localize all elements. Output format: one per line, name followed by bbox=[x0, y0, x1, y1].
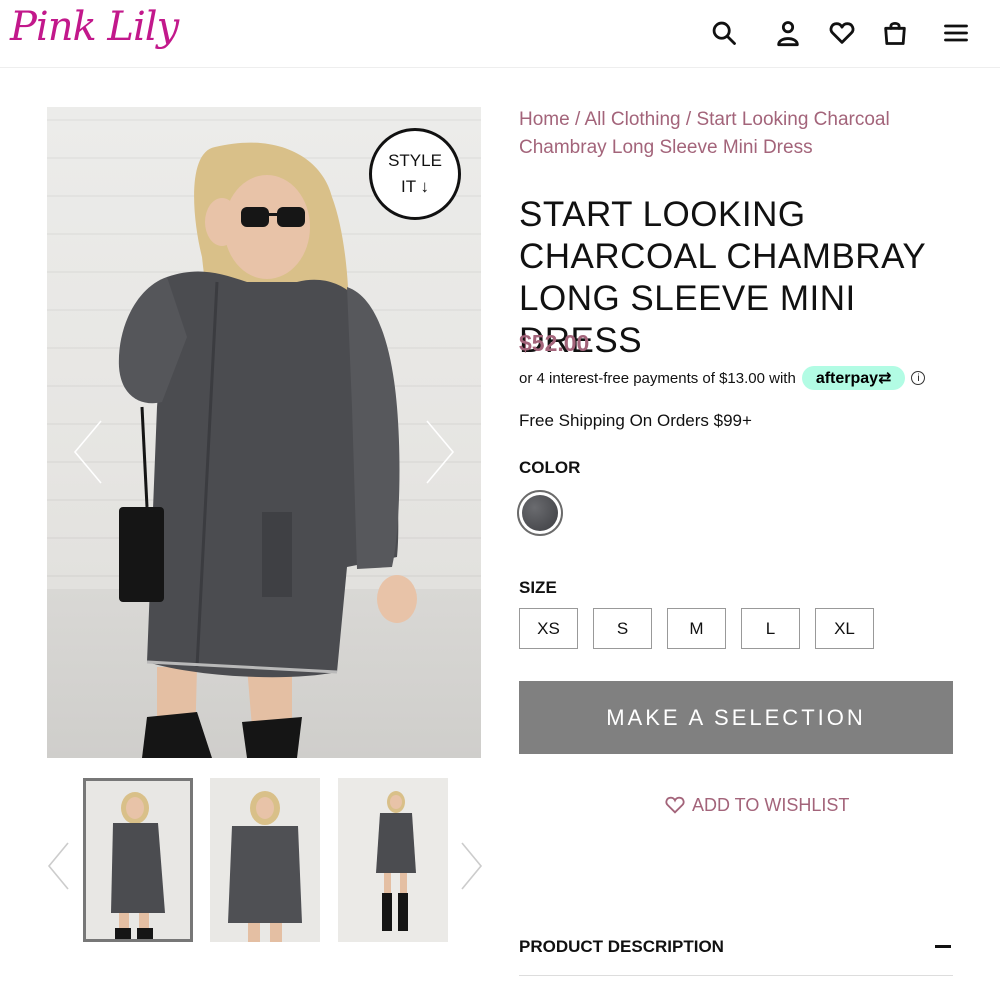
breadcrumb: Home / All Clothing / Start Looking Char… bbox=[519, 106, 959, 162]
color-label: COLOR bbox=[519, 458, 581, 477]
free-shipping-note: Free Shipping On Orders $99+ bbox=[519, 411, 752, 430]
shopping-bag-icon[interactable] bbox=[878, 16, 912, 50]
size-option-xl[interactable]: XL bbox=[815, 608, 874, 649]
size-option-s[interactable]: S bbox=[593, 608, 652, 649]
afterpay-arrows-icon: ⇄ bbox=[878, 370, 892, 387]
site-header: Pink Lily bbox=[0, 0, 1000, 68]
photo-next-arrow-icon[interactable] bbox=[419, 417, 459, 487]
breadcrumb-home-link[interactable]: Home bbox=[519, 109, 570, 130]
style-it-badge[interactable]: STYLE IT ↓ bbox=[369, 128, 461, 220]
menu-icon[interactable] bbox=[939, 16, 973, 50]
heart-icon bbox=[665, 796, 685, 814]
breadcrumb-separator: / bbox=[569, 109, 585, 130]
search-icon[interactable] bbox=[707, 16, 741, 50]
make-a-selection-button[interactable]: MAKE A SELECTION bbox=[519, 681, 953, 754]
add-to-wishlist-link[interactable]: ADD TO WISHLIST bbox=[664, 794, 849, 816]
collapse-minus-icon[interactable] bbox=[935, 945, 951, 948]
info-icon[interactable]: i bbox=[911, 371, 926, 385]
style-it-line2: IT ↓ bbox=[400, 177, 430, 196]
product-price: $52.00 bbox=[519, 330, 590, 356]
photo-prev-arrow-icon[interactable] bbox=[69, 417, 109, 487]
afterpay-brand: afterpay bbox=[815, 370, 879, 387]
thumbnail-2[interactable] bbox=[210, 778, 320, 942]
thumb-prev-arrow-icon[interactable] bbox=[44, 840, 74, 892]
pink-lily-logo[interactable]: Pink Lily bbox=[10, 4, 179, 50]
afterpay-badge[interactable]: afterpay⇄ bbox=[801, 366, 906, 390]
wishlist-heart-icon[interactable] bbox=[825, 16, 859, 50]
main-product-photo[interactable]: STYLE IT ↓ bbox=[47, 107, 481, 758]
thumbnail-3[interactable] bbox=[338, 778, 448, 942]
size-option-xs[interactable]: XS bbox=[519, 608, 578, 649]
breadcrumb-category-link[interactable]: All Clothing bbox=[584, 109, 680, 130]
size-label: SIZE bbox=[519, 578, 557, 597]
product-description-accordion[interactable]: PRODUCT DESCRIPTION bbox=[519, 918, 953, 976]
product-description-label: PRODUCT DESCRIPTION bbox=[519, 936, 724, 956]
style-it-line1: STYLE bbox=[388, 151, 442, 170]
color-swatch-charcoal[interactable] bbox=[517, 490, 563, 536]
account-icon[interactable] bbox=[771, 16, 805, 50]
color-swatch-fill bbox=[522, 495, 558, 531]
thumb-next-arrow-icon[interactable] bbox=[456, 840, 486, 892]
wishlist-label: ADD TO WISHLIST bbox=[692, 794, 850, 815]
size-option-l[interactable]: L bbox=[741, 608, 800, 649]
size-option-m[interactable]: M bbox=[667, 608, 726, 649]
afterpay-text: or 4 interest-free payments of $13.00 wi… bbox=[519, 369, 796, 387]
breadcrumb-separator: / bbox=[680, 109, 697, 130]
thumbnail-1[interactable] bbox=[83, 778, 193, 942]
afterpay-message: or 4 interest-free payments of $13.00 wi… bbox=[519, 366, 926, 390]
